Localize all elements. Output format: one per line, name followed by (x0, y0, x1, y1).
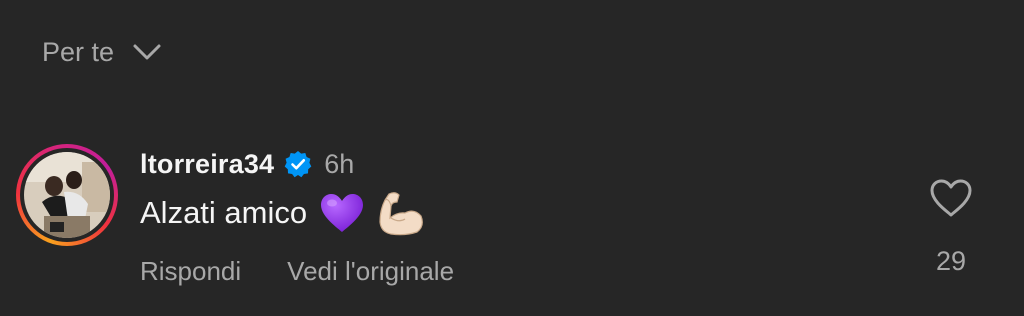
purple-heart-emoji-icon (321, 194, 364, 232)
comment-header: ltorreira34 6h (140, 146, 354, 182)
verified-badge-icon (284, 151, 312, 178)
feed-filter-label: Per te (42, 36, 115, 67)
comment-item: ltorreira34 6h Alzati amico Rispondi Ved… (16, 142, 1016, 302)
username[interactable]: ltorreira34 (140, 149, 274, 180)
see-original-button[interactable]: Vedi l'originale (287, 256, 454, 287)
comment-body: Alzati amico (140, 195, 308, 230)
comment-text: Alzati amico (140, 188, 425, 238)
comment-actions: Rispondi Vedi l'originale (140, 256, 454, 287)
like-count: 29 (935, 246, 967, 276)
heart-icon[interactable] (929, 178, 973, 218)
chevron-down-icon (133, 44, 161, 60)
reply-button[interactable]: Rispondi (140, 256, 241, 287)
like-control: 29 (926, 178, 976, 277)
comment-timestamp: 6h (324, 148, 355, 179)
feed-filter-dropdown[interactable]: Per te (42, 30, 162, 74)
avatar-story-ring[interactable] (16, 144, 118, 246)
flexed-biceps-emoji-icon (379, 192, 424, 236)
avatar (24, 152, 110, 238)
